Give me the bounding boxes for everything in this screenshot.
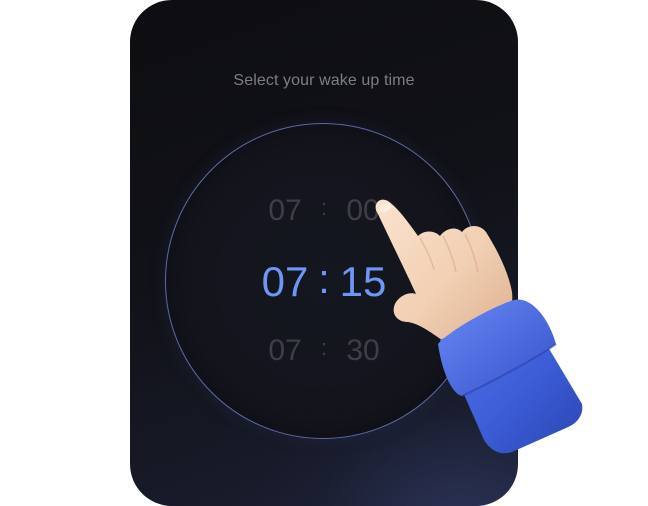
minute-value: 30: [346, 334, 380, 367]
wake-time-prompt: Select your wake up time: [233, 72, 415, 89]
time-separator: :: [318, 255, 330, 302]
time-option-0715-selected[interactable]: 07 : 15: [166, 255, 482, 306]
time-separator: :: [320, 335, 328, 360]
minute-value: 15: [339, 258, 387, 305]
hour-value: 07: [261, 258, 309, 305]
hour-value: 07: [268, 194, 302, 227]
time-separator: :: [320, 195, 328, 220]
time-option-0730[interactable]: 07 : 30: [166, 334, 482, 368]
time-option-0700[interactable]: 07 : 00: [166, 194, 482, 228]
time-picker-dial[interactable]: 07 : 00 07 : 15 07 : 30: [165, 123, 481, 439]
minute-value: 00: [346, 194, 380, 227]
hour-value: 07: [268, 334, 302, 367]
alarm-card: Select your wake up time 07 : 00 07 : 15…: [130, 0, 518, 506]
